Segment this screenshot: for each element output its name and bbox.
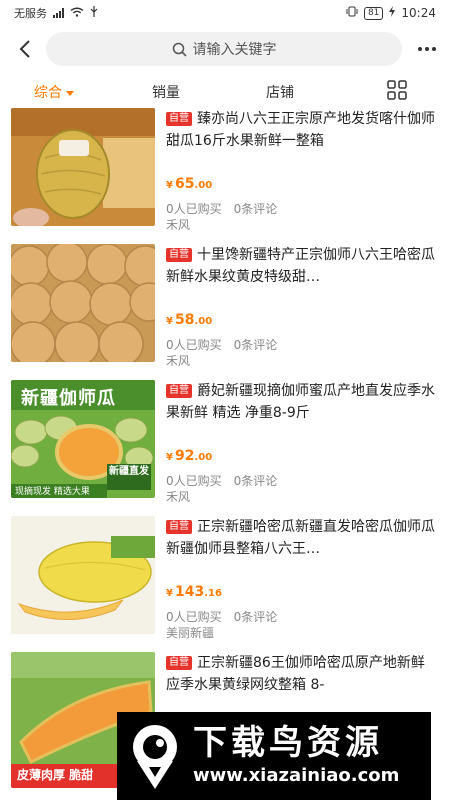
product-title-text: 正宗新疆哈密瓜新疆直发哈密瓜伽师瓜新疆伽师县整箱八六王… <box>166 519 435 557</box>
price-integer: 65 <box>174 176 195 192</box>
product-price: ¥143.16 <box>166 584 222 600</box>
vibrate-icon <box>346 6 358 20</box>
dot-icon <box>425 47 429 51</box>
bought-count: 0人已购买 <box>166 474 222 488</box>
bought-count: 0人已购买 <box>166 338 222 352</box>
product-price: ¥58.00 <box>166 312 212 328</box>
product-image <box>11 516 155 634</box>
usb-icon <box>90 6 98 20</box>
more-options-button[interactable] <box>410 34 444 64</box>
product-item[interactable]: 新疆伽师瓜 新疆直发 现摘现发 精选大果 自营 爵妃新疆现摘伽师蜜瓜产地直发应季水… <box>0 380 450 516</box>
shop-name[interactable]: 禾风 <box>166 216 190 233</box>
thumb-overlay-caption: 现摘现发 精选大果 <box>15 487 90 497</box>
product-title: 自营 正宗新疆哈密瓜新疆直发哈密瓜伽师瓜新疆伽师县整箱八六王… <box>166 516 436 560</box>
sort-bar: 综合 销量 店铺 <box>0 76 450 108</box>
thumb-overlay-tag: 新疆直发 <box>109 466 149 477</box>
product-title: 自营 爵妃新疆现摘伽师蜜瓜产地直发应季水果新鲜 精选 净重8-9斤 <box>166 380 436 424</box>
review-count: 0条评论 <box>233 474 278 488</box>
product-title-text: 十里馋新疆特产正宗伽师八六王哈密瓜新鲜水果纹黄皮特级甜… <box>166 247 435 285</box>
grid-view-icon <box>387 80 407 100</box>
battery-icon: 81 <box>363 6 384 20</box>
status-bar: 无服务 81 10:24 <box>0 0 450 26</box>
search-placeholder: 请输入关键字 <box>192 42 277 58</box>
tab-label: 销量 <box>152 85 180 101</box>
self-operated-badge: 自营 <box>166 248 192 262</box>
dot-icon <box>432 47 436 51</box>
shop-name[interactable]: 禾风 <box>166 488 190 505</box>
currency-symbol: ¥ <box>166 180 173 191</box>
product-image <box>11 108 155 226</box>
search-header: 请输入关键字 <box>0 26 450 72</box>
shop-name[interactable]: 美丽新疆 <box>166 624 214 641</box>
tab-comprehensive[interactable]: 综合 <box>34 82 74 102</box>
tab-sales[interactable]: 销量 <box>152 82 180 102</box>
price-decimal: .16 <box>204 588 222 599</box>
review-count: 0条评论 <box>233 338 278 352</box>
product-title-text: 正宗新疆86王伽师哈密瓜原产地新鲜应季水果黄绿网纹整箱 8- <box>166 655 425 693</box>
tab-label: 综合 <box>34 85 62 101</box>
review-count: 0条评论 <box>233 610 278 624</box>
signal-icon <box>53 8 64 18</box>
product-item[interactable]: 自营 十里馋新疆特产正宗伽师八六王哈密瓜新鲜水果纹黄皮特级甜… ¥58.00 0人… <box>0 244 450 380</box>
clock-time: 10:24 <box>401 6 436 20</box>
product-stats: 0人已购买 0条评论 <box>166 336 277 353</box>
self-operated-badge: 自营 <box>166 112 192 126</box>
self-operated-badge: 自营 <box>166 656 192 670</box>
price-integer: 58 <box>174 312 195 328</box>
thumb-overlay-caption: 皮薄肉厚 脆甜 <box>17 768 94 782</box>
currency-symbol: ¥ <box>166 588 173 599</box>
price-integer: 143 <box>174 584 205 600</box>
search-input[interactable]: 请输入关键字 <box>46 32 402 66</box>
dot-icon <box>418 47 422 51</box>
product-image <box>11 244 155 362</box>
product-title: 自营 臻亦尚八六王正宗原产地发货喀什伽师甜瓜16斤水果新鲜一整箱 <box>166 108 436 152</box>
search-icon <box>172 42 187 57</box>
review-count: 0条评论 <box>233 202 278 216</box>
shop-name[interactable]: 禾风 <box>166 352 190 369</box>
product-title: 自营 正宗新疆86王伽师哈密瓜原产地新鲜应季水果黄绿网纹整箱 8- <box>166 652 436 696</box>
product-title-text: 臻亦尚八六王正宗原产地发货喀什伽师甜瓜16斤水果新鲜一整箱 <box>166 111 435 149</box>
watermark-title: 下载鸟资源 <box>193 723 383 763</box>
grid-view-toggle[interactable] <box>387 80 407 100</box>
thumb-overlay-title: 新疆伽师瓜 <box>21 388 116 409</box>
price-decimal: .00 <box>194 452 213 463</box>
price-decimal: .00 <box>194 316 213 327</box>
watermark-banner: 下载鸟资源 www.xiazainiao.com <box>117 712 431 800</box>
product-stats: 0人已购买 0条评论 <box>166 608 277 625</box>
self-operated-badge: 自营 <box>166 384 192 398</box>
product-title: 自营 十里馋新疆特产正宗伽师八六王哈密瓜新鲜水果纹黄皮特级甜… <box>166 244 436 288</box>
product-price: ¥92.00 <box>166 448 212 464</box>
currency-symbol: ¥ <box>166 316 173 327</box>
bird-logo-icon <box>133 725 177 789</box>
product-stats: 0人已购买 0条评论 <box>166 472 277 489</box>
bought-count: 0人已购买 <box>166 610 222 624</box>
self-operated-badge: 自营 <box>166 520 192 534</box>
caret-down-icon <box>66 90 74 96</box>
back-button[interactable] <box>0 26 50 72</box>
product-stats: 0人已购买 0条评论 <box>166 200 277 217</box>
watermark-url: www.xiazainiao.com <box>193 765 400 786</box>
charging-icon <box>389 6 396 20</box>
product-title-text: 爵妃新疆现摘伽师蜜瓜产地直发应季水果新鲜 精选 净重8-9斤 <box>166 383 435 421</box>
tab-label: 店铺 <box>266 85 294 101</box>
wifi-icon <box>70 7 84 20</box>
back-arrow-icon <box>19 40 30 58</box>
product-image: 新疆伽师瓜 新疆直发 现摘现发 精选大果 <box>11 380 155 498</box>
product-price: ¥65.00 <box>166 176 212 192</box>
product-item[interactable]: 自营 正宗新疆哈密瓜新疆直发哈密瓜伽师瓜新疆伽师县整箱八六王… ¥143.16 0… <box>0 516 450 652</box>
product-list: 自营 臻亦尚八六王正宗原产地发货喀什伽师甜瓜16斤水果新鲜一整箱 ¥65.00 0… <box>0 108 450 788</box>
price-integer: 92 <box>174 448 195 464</box>
carrier-text: 无服务 <box>14 7 47 20</box>
currency-symbol: ¥ <box>166 452 173 463</box>
product-item[interactable]: 自营 臻亦尚八六王正宗原产地发货喀什伽师甜瓜16斤水果新鲜一整箱 ¥65.00 0… <box>0 108 450 244</box>
price-decimal: .00 <box>194 180 213 191</box>
bought-count: 0人已购买 <box>166 202 222 216</box>
tab-shops[interactable]: 店铺 <box>266 82 294 102</box>
